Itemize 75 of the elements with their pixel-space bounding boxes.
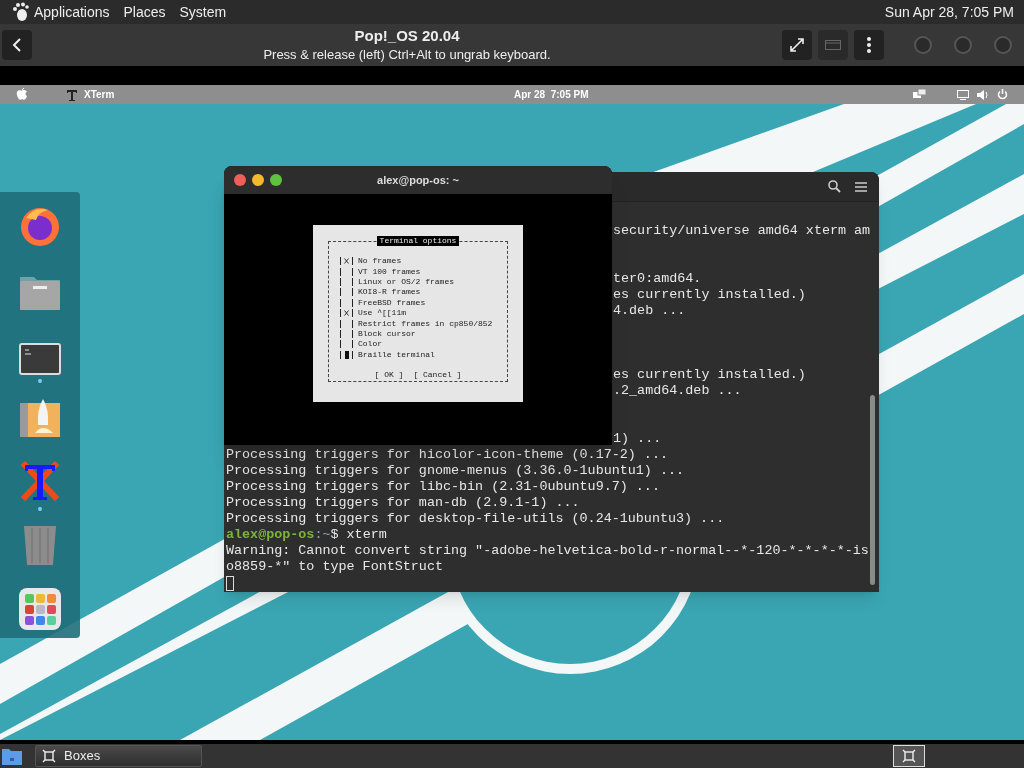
terminal-line: ter0:amd64.	[613, 271, 702, 286]
network-icon[interactable]	[913, 89, 927, 100]
xterm-small-icon[interactable]	[66, 88, 78, 101]
checkbox[interactable]	[340, 319, 353, 328]
terminal-line: .2_amd64.deb ...	[613, 383, 742, 398]
terminal-line: 4.deb ...	[613, 303, 686, 318]
fullscreen-button[interactable]	[782, 30, 812, 60]
apple-icon[interactable]	[16, 88, 28, 101]
volume-icon[interactable]	[977, 89, 989, 100]
option-label: KOI8-R frames	[358, 287, 421, 298]
checkbox[interactable]	[340, 309, 353, 318]
prompt-line: alex@pop-os:~$ xterm	[226, 527, 387, 543]
terminal-line: Processing triggers for gnome-menus (3.36.0-1ubuntu1) ...	[226, 463, 685, 479]
option-label: Restrict frames in cp850/852	[358, 318, 493, 329]
terminal-line: Processing triggers for desktop-file-utils (0.24-1ubuntu3) ...	[226, 511, 725, 527]
dialog-button[interactable]: [ Cancel ]	[413, 369, 462, 380]
option-label: FreeBSD frames	[358, 297, 426, 308]
keyboard-button[interactable]	[818, 30, 848, 60]
boxes-icon	[902, 749, 916, 763]
display-icon[interactable]	[957, 89, 969, 100]
option-label: Use ^[[11m	[358, 308, 406, 319]
terminal-line: Processing triggers for man-db (2.9.1-1) ...	[226, 495, 580, 511]
option-label: No frames	[358, 256, 402, 267]
checkbox[interactable]	[340, 350, 353, 359]
terminal-line: es currently installed.)	[613, 287, 806, 302]
more-icon	[867, 37, 871, 53]
foot-icon[interactable]	[10, 2, 30, 22]
folder-icon[interactable]	[1, 746, 23, 766]
terminal-line: o8859-*" to type FontStruct	[226, 559, 443, 575]
option-label: Color	[358, 339, 382, 350]
checkbox[interactable]	[340, 329, 353, 338]
back-button[interactable]	[2, 30, 32, 60]
maximize-icon[interactable]	[270, 174, 282, 186]
option-label: Linux or OS/2 frames	[358, 276, 454, 287]
power-icon[interactable]	[997, 89, 1008, 100]
scrollbar[interactable]	[870, 395, 875, 585]
fullscreen-icon	[789, 37, 805, 53]
minimize-icon[interactable]	[252, 174, 264, 186]
keyboard-icon	[825, 40, 841, 50]
rocket-icon[interactable]	[19, 398, 61, 439]
menu-item[interactable]: System	[179, 1, 227, 23]
close-icon[interactable]	[234, 174, 246, 186]
boxes-icon	[42, 749, 56, 763]
menu-item[interactable]: Places	[123, 1, 166, 23]
search-icon[interactable]	[828, 180, 841, 193]
window-title: Pop!_OS 20.04	[354, 26, 460, 46]
menu-item[interactable]: Applications	[34, 1, 110, 23]
checkbox[interactable]	[340, 267, 353, 276]
window-subtitle: Press & release (left) Ctrl+Alt to ungrab keyboard.	[263, 46, 551, 64]
terminal-line: 1) ...	[613, 431, 662, 446]
checkbox[interactable]	[340, 257, 353, 266]
terminal-line: security/universe amd64 xterm am	[613, 223, 871, 238]
task-button[interactable]: Boxes	[35, 745, 202, 767]
option-label: Block cursor	[358, 328, 416, 339]
dialog-button[interactable]: [ OK ]	[374, 369, 404, 380]
clock[interactable]: Sun Apr 28, 7:05 PM	[884, 1, 1014, 23]
checkbox[interactable]	[340, 340, 353, 349]
terminal-line: Processing triggers for libc-bin (2.31-0ubuntu9.7) ...	[226, 479, 660, 495]
app-grid-icon[interactable]	[19, 588, 61, 631]
menu-button[interactable]	[854, 30, 884, 60]
terminal-line: Warning: Cannot convert string "-adobe-helvetica-bold-r-normal--*-120-*-*-*-*-is	[226, 543, 869, 559]
terminal-line: es currently installed.)	[613, 367, 806, 382]
dialog-title: Terminal options	[376, 236, 460, 246]
window-title: alex@pop-os: ~	[376, 172, 460, 188]
terminal-icon[interactable]	[19, 343, 61, 376]
checkbox[interactable]	[340, 298, 353, 307]
cursor	[226, 575, 234, 591]
checkbox[interactable]	[340, 288, 353, 297]
terminal-line: Processing triggers for hicolor-icon-theme (0.17-2) ...	[226, 447, 668, 463]
menu-icon[interactable]	[855, 181, 867, 192]
option-label: VT 100 frames	[358, 266, 421, 277]
checkbox[interactable]	[340, 277, 353, 286]
option-label: Braille terminal	[358, 349, 435, 360]
back-icon	[12, 38, 22, 52]
workspace-switcher[interactable]	[893, 745, 925, 767]
